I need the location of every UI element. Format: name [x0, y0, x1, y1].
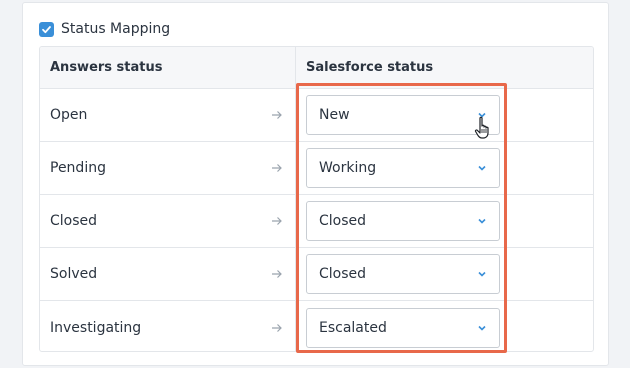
hand-pointer-icon: [474, 116, 494, 142]
chevron-down-icon: [477, 269, 487, 279]
salesforce-status-header: Salesforce status: [306, 60, 434, 75]
select-value: Closed: [319, 266, 367, 282]
answers-status-label: Pending: [50, 160, 106, 176]
arrow-right-icon: [271, 322, 283, 334]
table-header: Answers status Salesforce status: [40, 47, 593, 89]
table-row: Investigating Escalated: [40, 301, 593, 351]
status-mapping-panel: Status Mapping Answers status Salesforce…: [22, 2, 609, 366]
chevron-down-icon: [477, 216, 487, 226]
select-value: Closed: [319, 213, 367, 229]
table-row: Closed Closed: [40, 195, 593, 248]
status-mapping-header: Status Mapping: [39, 19, 170, 39]
select-value: New: [319, 107, 350, 123]
salesforce-status-select[interactable]: Escalated: [306, 307, 500, 348]
answers-status-label: Solved: [50, 266, 98, 282]
salesforce-status-select[interactable]: Working: [306, 148, 500, 188]
answers-status-header: Answers status: [40, 47, 296, 89]
checkmark-icon: [42, 25, 51, 33]
answers-status-label: Investigating: [50, 319, 142, 336]
status-mapping-checkbox[interactable]: [39, 21, 54, 37]
select-value: Working: [319, 160, 377, 176]
arrow-right-icon: [271, 215, 283, 227]
chevron-down-icon: [477, 163, 487, 173]
table-row: Pending Working: [40, 142, 593, 195]
answers-status-label: Open: [50, 107, 88, 123]
table-row: Solved Closed: [40, 248, 593, 301]
answers-status-label: Closed: [50, 213, 98, 229]
arrow-right-icon: [271, 162, 283, 174]
select-value: Escalated: [319, 319, 387, 336]
salesforce-status-select[interactable]: Closed: [306, 201, 500, 241]
chevron-down-icon: [477, 323, 487, 333]
salesforce-status-select[interactable]: New: [306, 95, 500, 135]
salesforce-status-select[interactable]: Closed: [306, 254, 500, 294]
status-mapping-table: Answers status Salesforce status Open Ne…: [39, 46, 594, 352]
status-mapping-title: Status Mapping: [61, 21, 171, 37]
arrow-right-icon: [271, 109, 283, 121]
table-row: Open New: [40, 89, 593, 142]
arrow-right-icon: [271, 268, 283, 280]
